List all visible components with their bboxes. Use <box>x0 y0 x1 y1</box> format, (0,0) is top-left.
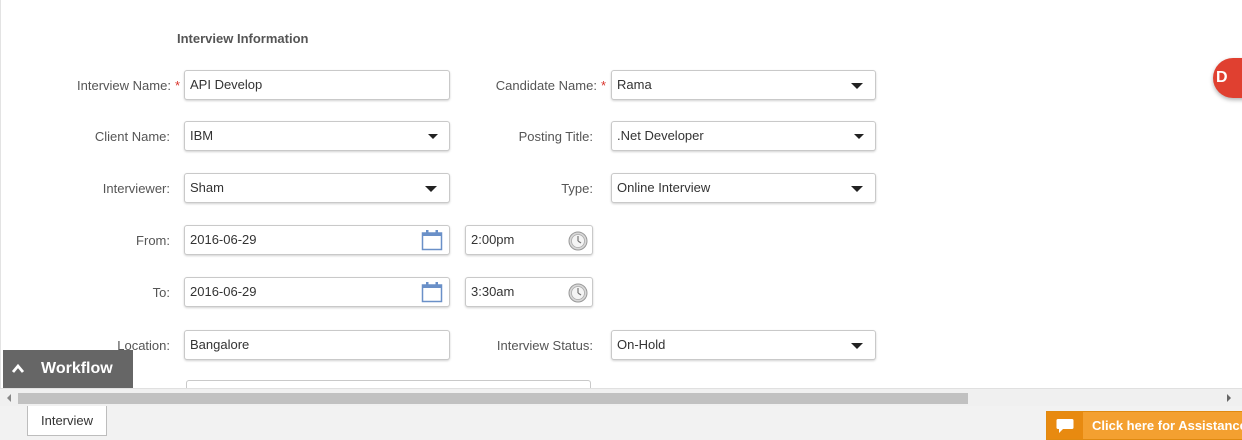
floating-badge[interactable]: D <box>1213 58 1242 98</box>
clock-icon[interactable] <box>568 283 588 303</box>
horizontal-scrollbar[interactable] <box>0 388 1242 406</box>
interview-name-input[interactable]: API Develop <box>184 70 450 100</box>
dropdown-caret-icon <box>851 83 863 89</box>
candidate-name-label: Candidate Name: * <box>440 78 606 93</box>
candidate-name-select[interactable]: Rama <box>611 70 876 100</box>
assistance-label: Click here for Assistance <box>1092 418 1242 433</box>
interview-status-value: On-Hold <box>617 337 666 352</box>
chat-icon <box>1047 412 1083 439</box>
interviewer-label: Interviewer: <box>102 181 170 196</box>
chevron-up-icon <box>11 363 25 373</box>
to-label: To: <box>152 285 170 300</box>
workflow-toggle[interactable]: Workflow <box>3 350 133 388</box>
candidate-name-value: Rama <box>617 77 652 92</box>
tab-interview[interactable]: Interview <box>27 406 107 436</box>
interview-name-label-text: Interview Name: <box>77 78 171 93</box>
type-value: Online Interview <box>617 180 711 195</box>
assistance-button[interactable]: Click here for Assistance <box>1046 411 1242 440</box>
from-time-input[interactable]: 2:00pm <box>465 225 593 255</box>
interview-status-select[interactable]: On-Hold <box>611 330 876 360</box>
posting-title-select[interactable]: .Net Developer <box>611 121 876 151</box>
type-label: Type: <box>561 181 593 196</box>
client-name-select[interactable]: IBM <box>184 121 450 151</box>
client-name-label: Client Name: <box>94 129 170 144</box>
from-label: From: <box>136 233 170 248</box>
interview-name-value: API Develop <box>190 77 263 92</box>
to-time-value: 3:30am <box>471 284 515 299</box>
calendar-icon[interactable] <box>421 229 443 251</box>
required-mark: * <box>600 78 606 93</box>
interviewer-select[interactable]: Sham <box>184 173 450 203</box>
location-value: Bangalore <box>190 337 250 352</box>
type-select[interactable]: Online Interview <box>611 173 876 203</box>
section-title: Interview Information <box>177 31 309 46</box>
interview-status-label: Interview Status: <box>496 338 593 353</box>
scrollbar-thumb[interactable] <box>18 393 968 404</box>
posting-title-value: .Net Developer <box>617 128 704 143</box>
dropdown-caret-icon <box>851 186 863 192</box>
from-date-value: 2016-06-29 <box>190 232 257 247</box>
dropdown-caret-icon <box>425 186 437 192</box>
location-input[interactable]: Bangalore <box>184 330 450 360</box>
interviewer-value: Sham <box>190 180 224 195</box>
candidate-name-label-text: Candidate Name: <box>495 78 597 93</box>
to-date-input[interactable]: 2016-06-29 <box>184 277 450 307</box>
dropdown-caret-icon <box>428 134 438 139</box>
to-time-input[interactable]: 3:30am <box>465 277 593 307</box>
from-time-value: 2:00pm <box>471 232 515 247</box>
dropdown-caret-icon <box>854 134 864 139</box>
posting-title-label: Posting Title: <box>518 129 593 144</box>
clock-icon[interactable] <box>568 231 588 251</box>
workflow-label: Workflow <box>41 360 113 377</box>
dropdown-caret-icon <box>851 343 863 349</box>
from-date-input[interactable]: 2016-06-29 <box>184 225 450 255</box>
interview-name-label: Interview Name: * <box>40 78 180 93</box>
required-mark: * <box>174 78 180 93</box>
calendar-icon[interactable] <box>421 281 443 303</box>
client-name-value: IBM <box>190 128 214 143</box>
scroll-left-arrow[interactable] <box>7 394 11 402</box>
left-border <box>0 0 1 388</box>
scroll-right-arrow[interactable] <box>1227 394 1231 402</box>
to-date-value: 2016-06-29 <box>190 284 257 299</box>
